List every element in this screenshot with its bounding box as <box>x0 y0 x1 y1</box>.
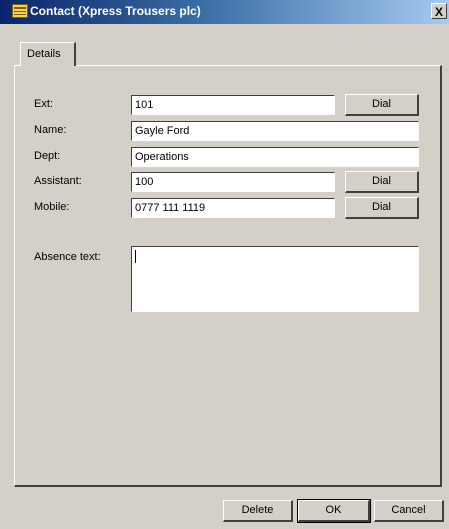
absence-text-label: Absence text: <box>34 251 101 263</box>
ext-field[interactable]: 101 <box>131 95 335 115</box>
assistant-dial-button[interactable]: Dial <box>345 171 419 193</box>
mobile-field[interactable]: 0777 111 1119 <box>131 198 335 218</box>
mobile-label: Mobile: <box>34 201 70 213</box>
title-bar[interactable]: Contact (Xpress Trousers plc) X <box>0 0 449 24</box>
assistant-field[interactable]: 100 <box>131 172 335 192</box>
contact-dialog: Contact (Xpress Trousers plc) X Details … <box>0 0 449 529</box>
mobile-dial-button[interactable]: Dial <box>345 197 419 219</box>
absence-text-field[interactable] <box>131 246 419 312</box>
ext-label: Ext: <box>34 98 53 110</box>
delete-button[interactable]: Delete <box>223 500 293 522</box>
ext-dial-button[interactable]: Dial <box>345 94 419 116</box>
contact-card-icon <box>12 4 28 18</box>
name-field[interactable]: Gayle Ford <box>131 121 419 141</box>
cancel-button[interactable]: Cancel <box>374 500 444 522</box>
ok-button[interactable]: OK <box>297 499 371 523</box>
assistant-label: Assistant: <box>34 175 82 187</box>
tab-details[interactable]: Details <box>20 42 76 66</box>
window-title: Contact (Xpress Trousers plc) <box>30 4 201 18</box>
name-label: Name: <box>34 124 67 136</box>
text-caret <box>135 250 136 263</box>
close-button[interactable]: X <box>431 3 447 19</box>
dept-field[interactable]: Operations <box>131 147 419 167</box>
dept-label: Dept: <box>34 150 61 162</box>
